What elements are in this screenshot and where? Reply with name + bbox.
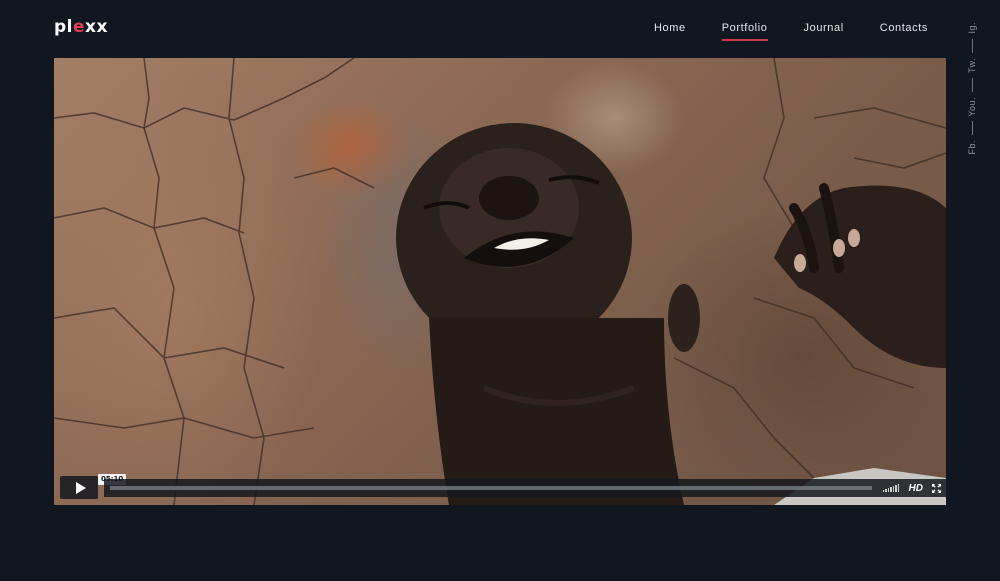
social-divider (971, 38, 973, 53)
volume-icon[interactable] (882, 484, 900, 492)
nav-item-contacts[interactable]: Contacts (880, 22, 928, 41)
play-icon (75, 481, 86, 494)
nav-item-portfolio[interactable]: Portfolio (721, 22, 768, 41)
logo-text-accent: e (73, 17, 86, 37)
main-nav: Home Portfolio Journal Contacts (654, 22, 928, 41)
nav-item-home[interactable]: Home (654, 22, 686, 41)
social-link-instagram[interactable]: Ig. (967, 22, 977, 34)
social-links: Ig. Tw. You. Fb. (966, 22, 978, 155)
social-link-facebook[interactable]: Fb. (967, 140, 977, 155)
video-frame-image (54, 58, 946, 505)
social-divider (971, 121, 973, 136)
video-controls: 05:10 HD (54, 474, 946, 505)
nav-item-journal[interactable]: Journal (804, 22, 844, 41)
video-player[interactable]: 05:10 HD (54, 58, 946, 505)
logo-text-start: pl (54, 17, 73, 37)
social-divider (971, 77, 973, 92)
fullscreen-icon[interactable] (932, 483, 942, 493)
play-button[interactable] (60, 476, 98, 499)
video-right-controls: HD (878, 479, 946, 497)
social-link-youtube[interactable]: You. (967, 97, 977, 117)
hd-toggle[interactable]: HD (909, 483, 923, 494)
site-logo[interactable]: plexx (54, 17, 108, 37)
video-progress-bar[interactable] (104, 479, 878, 497)
social-link-twitter[interactable]: Tw. (967, 58, 977, 73)
progress-track (110, 486, 872, 490)
logo-text-end: xx (85, 17, 108, 37)
